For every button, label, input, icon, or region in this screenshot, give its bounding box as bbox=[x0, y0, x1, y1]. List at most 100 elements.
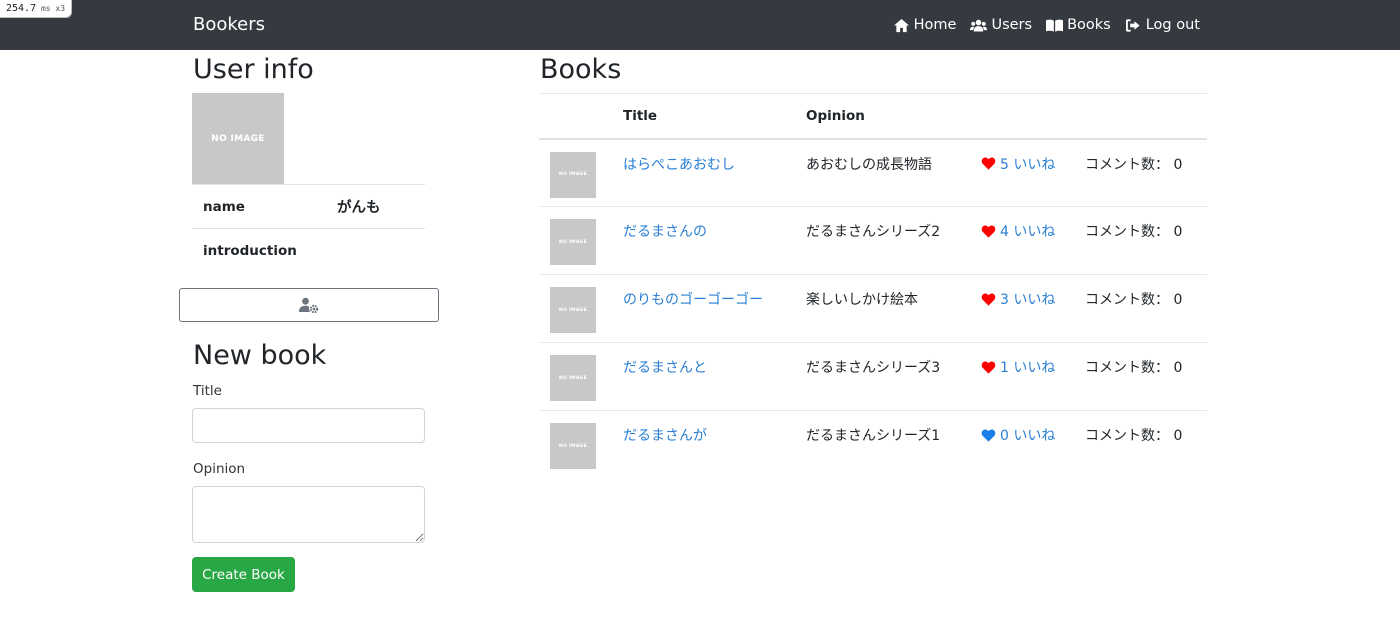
book-title-cell: だるまさんの bbox=[623, 206, 806, 275]
book-icon bbox=[1046, 19, 1064, 32]
book-favorite-cell: 0 いいね bbox=[981, 410, 1085, 479]
nav-links: Home Users Books Log out bbox=[893, 15, 1200, 35]
book-comments-cell: コメント数： 0 bbox=[1085, 274, 1207, 343]
book-image-cell: NO IMAGE bbox=[539, 342, 623, 411]
favorite-count: 5 いいね bbox=[1000, 156, 1056, 173]
heart-icon bbox=[981, 225, 996, 238]
title-label: Title bbox=[193, 383, 222, 399]
book-image-cell: NO IMAGE bbox=[539, 410, 623, 479]
book-title-cell: はらぺこあおむし bbox=[623, 139, 806, 207]
book-favorite-cell: 5 いいね bbox=[981, 139, 1085, 207]
book-comments-cell: コメント数： 0 bbox=[1085, 342, 1207, 411]
table-row: NO IMAGE だるまさんが だるまさんシリーズ1 0 いいね コメント数： 0 bbox=[539, 410, 1207, 479]
favorite-count: 0 いいね bbox=[1000, 428, 1056, 444]
book-image-text: NO IMAGE bbox=[559, 443, 587, 449]
books-table: Title Opinion NO IMAGE はらぺこあおむし あおむしの成長物語 5… bbox=[539, 93, 1207, 479]
nav-home-label: Home bbox=[913, 17, 957, 33]
book-comments-cell: コメント数： 0 bbox=[1085, 410, 1207, 479]
user-info-heading: User info bbox=[193, 54, 314, 85]
book-title-link[interactable]: だるまさんの bbox=[623, 224, 707, 240]
comment-count: コメント数： 0 bbox=[1085, 360, 1183, 376]
book-title-link[interactable]: はらぺこあおむし bbox=[623, 157, 735, 173]
perf-value: 254.7 bbox=[6, 3, 37, 14]
create-book-button[interactable]: Create Book bbox=[192, 557, 295, 592]
nav-home[interactable]: Home bbox=[893, 15, 957, 35]
opinion-textarea[interactable] bbox=[192, 486, 425, 543]
book-image-text: NO IMAGE bbox=[559, 375, 587, 381]
book-image-cell: NO IMAGE bbox=[539, 274, 623, 343]
user-info-value bbox=[337, 228, 425, 273]
column-header-title: Title bbox=[623, 93, 806, 140]
column-header-image bbox=[539, 93, 623, 140]
favorite-count: 1 いいね bbox=[1000, 360, 1056, 376]
favorite-button[interactable]: 1 いいね bbox=[981, 357, 1085, 377]
table-row: NO IMAGE はらぺこあおむし あおむしの成長物語 5 いいね コメント数： 0 bbox=[539, 139, 1207, 207]
new-book-heading: New book bbox=[193, 340, 327, 371]
users-icon bbox=[970, 19, 988, 31]
book-title-link[interactable]: のりものゴーゴーゴー bbox=[623, 292, 763, 308]
home-icon bbox=[893, 18, 909, 32]
favorite-count: 3 いいね bbox=[1000, 292, 1056, 308]
book-comments-cell: コメント数： 0 bbox=[1085, 139, 1207, 207]
nav-logout-label: Log out bbox=[1145, 17, 1200, 33]
book-image[interactable]: NO IMAGE bbox=[550, 355, 596, 401]
perf-badge: 254.7 ms x3 bbox=[0, 0, 73, 18]
nav-users-label: Users bbox=[991, 17, 1033, 33]
column-header-comments bbox=[1085, 93, 1207, 140]
table-row: NO IMAGE だるまさんの だるまさんシリーズ2 4 いいね コメント数： 0 bbox=[539, 206, 1207, 275]
book-opinion: だるまさんシリーズ1 bbox=[806, 410, 981, 479]
favorite-button[interactable]: 5 いいね bbox=[981, 154, 1085, 174]
table-row: NO IMAGE のりものゴーゴーゴー 楽しいしかけ絵本 3 いいね コメント数： 0 bbox=[539, 274, 1207, 343]
book-image[interactable]: NO IMAGE bbox=[550, 287, 596, 333]
books-heading: Books bbox=[540, 54, 622, 85]
user-info-value: がんも bbox=[337, 184, 425, 229]
user-info-row-name: name がんも bbox=[192, 184, 425, 229]
book-favorite-cell: 3 いいね bbox=[981, 274, 1085, 343]
book-title-link[interactable]: だるまさんと bbox=[623, 360, 707, 376]
favorite-button[interactable]: 4 いいね bbox=[981, 221, 1085, 241]
comment-count: コメント数： 0 bbox=[1085, 292, 1183, 308]
book-opinion: だるまさんシリーズ2 bbox=[806, 206, 981, 275]
book-favorite-cell: 4 いいね bbox=[981, 206, 1085, 275]
edit-user-button[interactable] bbox=[179, 288, 439, 322]
navbar: Bookers Home Users Books Log out bbox=[0, 0, 1400, 50]
favorite-button[interactable]: 0 いいね bbox=[981, 425, 1085, 445]
heart-icon bbox=[981, 293, 996, 306]
favorite-button[interactable]: 3 いいね bbox=[981, 289, 1085, 309]
book-image[interactable]: NO IMAGE bbox=[550, 151, 596, 198]
user-info-key: introduction bbox=[192, 228, 337, 273]
book-opinion: あおむしの成長物語 bbox=[806, 156, 932, 173]
brand-logo[interactable]: Bookers bbox=[193, 14, 265, 36]
heart-icon bbox=[981, 361, 996, 374]
comment-count: コメント数： 0 bbox=[1085, 224, 1183, 240]
column-header-favorite bbox=[981, 93, 1085, 140]
title-input[interactable] bbox=[192, 408, 425, 443]
heart-icon bbox=[981, 429, 996, 442]
table-row: NO IMAGE だるまさんと だるまさんシリーズ3 1 いいね コメント数： 0 bbox=[539, 342, 1207, 411]
comment-count: コメント数： 0 bbox=[1085, 156, 1183, 173]
user-cog-icon bbox=[299, 297, 319, 313]
book-title-cell: だるまさんが bbox=[623, 410, 806, 479]
perf-unit: ms x3 bbox=[40, 4, 66, 13]
favorite-count: 4 いいね bbox=[1000, 224, 1056, 240]
book-title-link[interactable]: だるまさんが bbox=[623, 428, 707, 444]
book-image-cell: NO IMAGE bbox=[539, 206, 623, 275]
book-opinion: 楽しいしかけ絵本 bbox=[806, 274, 981, 343]
book-image[interactable]: NO IMAGE bbox=[550, 219, 596, 265]
book-title-cell: だるまさんと bbox=[623, 342, 806, 411]
comment-count: コメント数： 0 bbox=[1085, 428, 1183, 444]
book-image-text: NO IMAGE bbox=[559, 239, 587, 245]
book-image[interactable]: NO IMAGE bbox=[550, 423, 596, 469]
user-info-row-introduction: introduction bbox=[192, 228, 425, 273]
nav-users[interactable]: Users bbox=[970, 15, 1032, 35]
nav-logout[interactable]: Log out bbox=[1125, 15, 1200, 35]
nav-books[interactable]: Books bbox=[1046, 15, 1111, 35]
book-image-text: NO IMAGE bbox=[559, 172, 587, 177]
books-table-header: Title Opinion bbox=[539, 93, 1207, 140]
column-header-opinion: Opinion bbox=[806, 93, 981, 140]
book-image-text: NO IMAGE bbox=[559, 307, 587, 313]
heart-icon bbox=[981, 157, 996, 170]
logout-icon bbox=[1125, 18, 1140, 32]
book-title-cell: のりものゴーゴーゴー bbox=[623, 274, 806, 343]
profile-image: NO IMAGE bbox=[192, 93, 284, 184]
